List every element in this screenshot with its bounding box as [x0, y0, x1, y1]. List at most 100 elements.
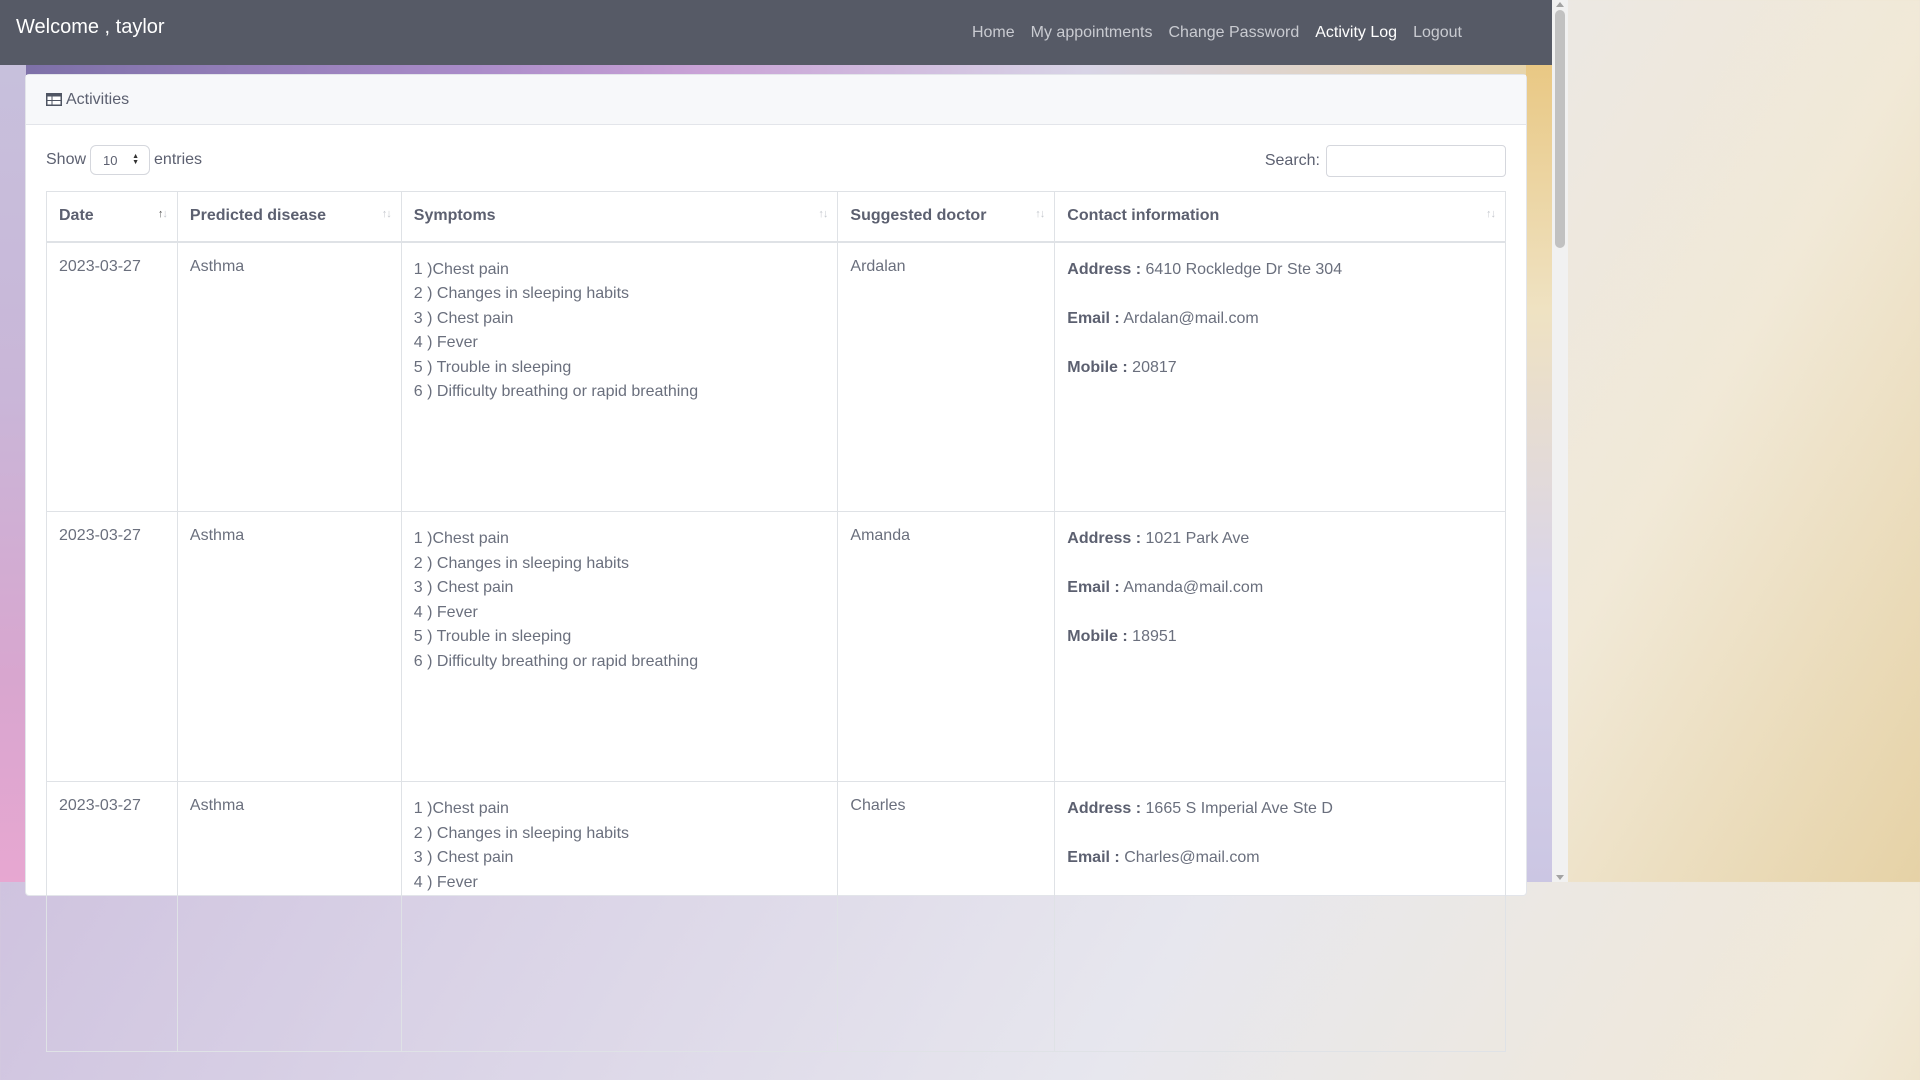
- cell-contact: Address : 6410 Rockledge Dr Ste 304 Emai…: [1054, 241, 1506, 512]
- symptom-item: 1 )Chest pain: [413, 800, 509, 817]
- cell-doctor: Ardalan: [837, 241, 1056, 512]
- contact-mobile: Mobile : 18951: [1067, 625, 1493, 650]
- email-label: Email :: [1067, 849, 1120, 866]
- table-row: 2023-03-27 Asthma 1 )Chest pain 2 ) Chan…: [46, 781, 1506, 1052]
- address-value: 1665 S Imperial Ave Ste D: [1145, 800, 1333, 817]
- contact-email: Email : Amanda@mail.com: [1067, 576, 1493, 601]
- symptom-item: 4 ) Fever: [413, 334, 478, 351]
- card-title: Activities: [66, 90, 130, 108]
- symptom-item: 5 ) Trouble in sleeping: [413, 628, 572, 645]
- mobile-label: Mobile :: [1067, 358, 1128, 376]
- email-value: Ardalan@mail.com: [1123, 309, 1259, 327]
- sort-icon[interactable]: ↑↓: [382, 208, 392, 220]
- contact-email: Email : Ardalan@mail.com: [1067, 307, 1493, 332]
- table-header-row: Date ↑↓ Predicted disease ↑↓ Symptoms ↑↓…: [46, 191, 1506, 243]
- table-row: 2023-03-27 Asthma 1 )Chest pain 2 ) Chan…: [46, 241, 1506, 512]
- contact-address: Address : 6410 Rockledge Dr Ste 304: [1067, 258, 1493, 283]
- sort-icon[interactable]: ↑↓: [818, 208, 828, 220]
- header-suggested-doctor[interactable]: Suggested doctor ↑↓: [837, 191, 1056, 243]
- symptom-item: 6 ) Difficulty breathing or rapid breath…: [413, 383, 699, 400]
- email-label: Email :: [1067, 579, 1120, 596]
- activities-table: Date ↑↓ Predicted disease ↑↓ Symptoms ↑↓…: [46, 191, 1506, 1052]
- header-symptoms-label: Symptoms: [413, 207, 496, 225]
- welcome-text: Welcome , taylor: [16, 16, 165, 38]
- scroll-down-arrow-icon[interactable]: [1556, 875, 1564, 880]
- address-label: Address :: [1067, 530, 1142, 547]
- symptom-item: 2 ) Changes in sleeping habits: [413, 554, 630, 572]
- cell-symptoms: 1 )Chest pain 2 ) Changes in sleeping ha…: [400, 511, 839, 782]
- header-symptoms[interactable]: Symptoms ↑↓: [400, 191, 839, 243]
- sort-icon[interactable]: ↑↓: [1035, 208, 1045, 220]
- table-row: 2023-03-27 Asthma 1 )Chest pain 2 ) Chan…: [46, 511, 1506, 782]
- sort-icon[interactable]: ↑↓: [158, 208, 168, 220]
- symptom-item: 1 )Chest pain: [413, 260, 509, 278]
- cell-date: 2023-03-27: [46, 241, 178, 512]
- symptom-item: 3 ) Chest pain: [413, 579, 514, 596]
- search-area: Search:: [1265, 145, 1506, 177]
- symptom-item: 4 ) Fever: [413, 603, 478, 621]
- select-arrows-icon: ▲ ▼: [132, 153, 140, 166]
- header-disease-label: Predicted disease: [189, 207, 326, 225]
- mobile-label: Mobile :: [1067, 628, 1128, 645]
- header-date[interactable]: Date ↑↓: [46, 191, 178, 243]
- symptom-item: 5 ) Trouble in sleeping: [413, 358, 572, 376]
- cell-contact: Address : 1021 Park Ave Email : Amanda@m…: [1054, 511, 1506, 782]
- mobile-value: 20817: [1132, 358, 1177, 376]
- table-controls: Show 10 ▲ ▼ entries Search:: [26, 125, 1526, 191]
- symptom-item: 1 )Chest pain: [413, 530, 509, 547]
- symptom-item: 2 ) Changes in sleeping habits: [413, 824, 630, 842]
- scroll-up-arrow-icon[interactable]: [1556, 2, 1564, 7]
- show-entries: Show 10 ▲ ▼ entries: [46, 145, 202, 175]
- cell-disease: Asthma: [176, 241, 402, 512]
- nav-change-password[interactable]: Change Password: [1169, 24, 1300, 42]
- mobile-value: 18951: [1132, 628, 1177, 645]
- nav-activity-log[interactable]: Activity Log: [1315, 24, 1397, 42]
- contact-address: Address : 1665 S Imperial Ave Ste D: [1067, 797, 1493, 822]
- top-navbar: Welcome , taylor Home My appointments Ch…: [0, 0, 1552, 65]
- symptom-item: 3 ) Chest pain: [413, 309, 514, 327]
- search-input[interactable]: [1326, 145, 1506, 177]
- header-date-label: Date: [59, 207, 94, 225]
- nav-logout[interactable]: Logout: [1413, 24, 1462, 42]
- background-left: [0, 65, 26, 882]
- address-value: 6410 Rockledge Dr Ste 304: [1145, 260, 1343, 278]
- header-predicted-disease[interactable]: Predicted disease ↑↓: [176, 191, 402, 243]
- symptom-item: 3 ) Chest pain: [413, 849, 514, 866]
- cell-doctor: Amanda: [837, 511, 1056, 782]
- contact-address: Address : 1021 Park Ave: [1067, 527, 1493, 552]
- cell-symptoms: 1 )Chest pain 2 ) Changes in sleeping ha…: [400, 241, 839, 512]
- entries-select-value: 10: [103, 152, 118, 168]
- table-icon: [46, 93, 62, 106]
- cell-date: 2023-03-27: [46, 511, 178, 782]
- cell-contact: Address : 1665 S Imperial Ave Ste D Emai…: [1054, 781, 1506, 1052]
- symptom-item: 6 ) Difficulty breathing or rapid breath…: [413, 652, 699, 670]
- email-value: Amanda@mail.com: [1123, 579, 1264, 596]
- symptom-item: 4 ) Fever: [413, 873, 478, 891]
- activities-card: Activities Show 10 ▲ ▼ entries Search: Da…: [25, 74, 1527, 1052]
- header-contact-information[interactable]: Contact information ↑↓: [1054, 191, 1506, 243]
- email-value: Charles@mail.com: [1124, 849, 1260, 866]
- address-label: Address :: [1067, 260, 1142, 278]
- page-scrollbar[interactable]: [1552, 0, 1568, 882]
- header-doctor-label: Suggested doctor: [850, 207, 987, 225]
- address-value: 1021 Park Ave: [1145, 530, 1250, 547]
- scroll-thumb[interactable]: [1555, 10, 1565, 248]
- cell-date: 2023-03-27: [46, 781, 178, 1052]
- contact-mobile: Mobile : 20817: [1067, 356, 1493, 381]
- cell-disease: Asthma: [176, 781, 402, 1052]
- sort-icon[interactable]: ↑↓: [1486, 208, 1496, 220]
- cell-disease: Asthma: [176, 511, 402, 782]
- card-header: Activities: [26, 75, 1526, 125]
- nav-home[interactable]: Home: [972, 24, 1015, 42]
- email-label: Email :: [1067, 309, 1120, 327]
- cell-doctor: Charles: [837, 781, 1056, 1052]
- entries-select[interactable]: 10 ▲ ▼: [90, 145, 151, 175]
- nav-my-appointments[interactable]: My appointments: [1031, 24, 1153, 42]
- entries-label: entries: [154, 151, 203, 168]
- address-label: Address :: [1067, 800, 1142, 817]
- search-label: Search:: [1264, 152, 1320, 169]
- nav-links: Home My appointments Change Password Act…: [972, 24, 1462, 42]
- cell-symptoms: 1 )Chest pain 2 ) Changes in sleeping ha…: [400, 781, 839, 1052]
- background-right: [1526, 65, 1552, 882]
- symptom-item: 2 ) Changes in sleeping habits: [413, 285, 630, 302]
